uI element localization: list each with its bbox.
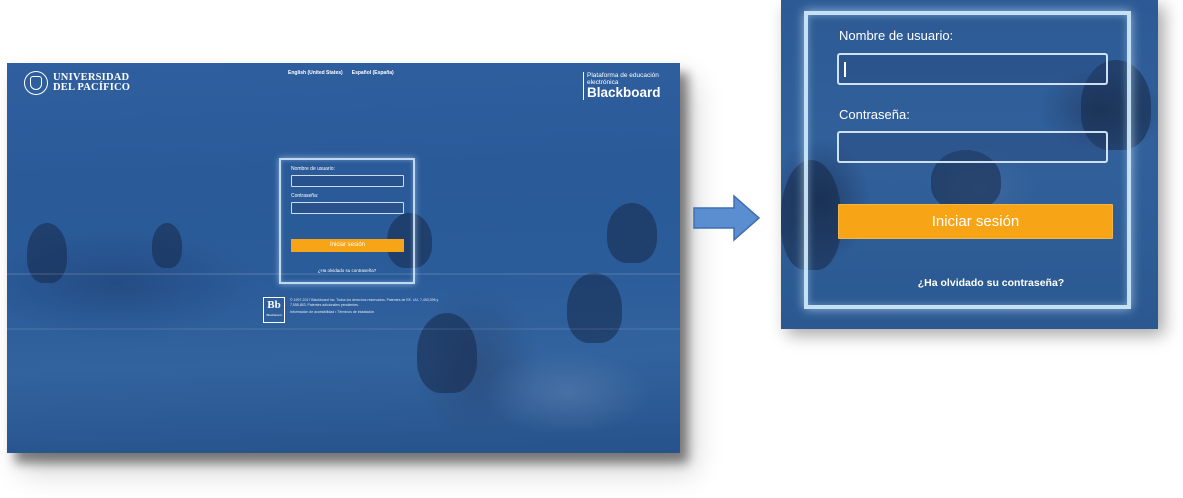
language-selector: English (United States) Español (España) — [288, 70, 394, 76]
login-form-zoomed: Nombre de usuario: Contraseña: Iniciar s… — [781, 0, 1158, 329]
blackboard-logo: Bb Blackboard — [263, 297, 285, 323]
blackboard-logo-wordmark: Blackboard — [266, 313, 282, 317]
forgot-password-link-small[interactable]: ¿Ha olvidado su contraseña? — [281, 268, 413, 273]
username-label-small: Nombre de usuario: — [291, 166, 335, 172]
password-label-small: Contraseña: — [291, 193, 319, 199]
password-label: Contraseña: — [839, 107, 910, 122]
login-button[interactable]: Iniciar sesión — [838, 204, 1113, 239]
university-name-line2: DEL PACÍFICO — [53, 82, 131, 93]
language-link-spanish[interactable]: Español (España) — [352, 70, 394, 76]
password-input[interactable] — [837, 131, 1108, 163]
legal-footer: © 1997-2017 Blackboard Inc. Todos los de… — [290, 298, 440, 315]
username-label: Nombre de usuario: — [839, 28, 954, 43]
student-silhouette — [607, 203, 657, 263]
login-form-small: Nombre de usuario: Contraseña: Iniciar s… — [279, 158, 415, 284]
copyright-text: © 1997-2017 Blackboard Inc. Todos los de… — [290, 298, 439, 307]
arrow-right-icon — [693, 194, 761, 242]
footer-links[interactable]: Información de accesibilidad • Términos … — [290, 310, 440, 315]
password-input-small[interactable] — [291, 202, 404, 214]
username-input[interactable] — [837, 53, 1108, 85]
forgot-password-link[interactable]: ¿Ha olvidado su contraseña? — [861, 277, 1121, 289]
blackboard-logo-mark: Bb — [267, 299, 281, 311]
platform-branding: Plataforma de educación electrónica Blac… — [583, 72, 661, 100]
student-silhouette — [152, 223, 182, 268]
blackboard-brand: Blackboard — [587, 85, 661, 100]
text-cursor — [844, 62, 846, 77]
login-page-screenshot: UNIVERSIDAD DEL PACÍFICO English (United… — [7, 63, 680, 453]
platform-subtitle: Plataforma de educación — [587, 72, 659, 79]
university-logo[interactable]: UNIVERSIDAD DEL PACÍFICO — [24, 71, 130, 95]
university-seal-icon — [24, 71, 48, 95]
desk-edge — [7, 328, 680, 330]
language-link-english[interactable]: English (United States) — [288, 70, 343, 76]
student-silhouette — [417, 313, 477, 393]
university-name: UNIVERSIDAD DEL PACÍFICO — [53, 72, 131, 93]
username-input-small[interactable] — [291, 175, 404, 187]
login-button-small[interactable]: Iniciar sesión — [291, 239, 404, 252]
student-silhouette — [567, 273, 622, 343]
